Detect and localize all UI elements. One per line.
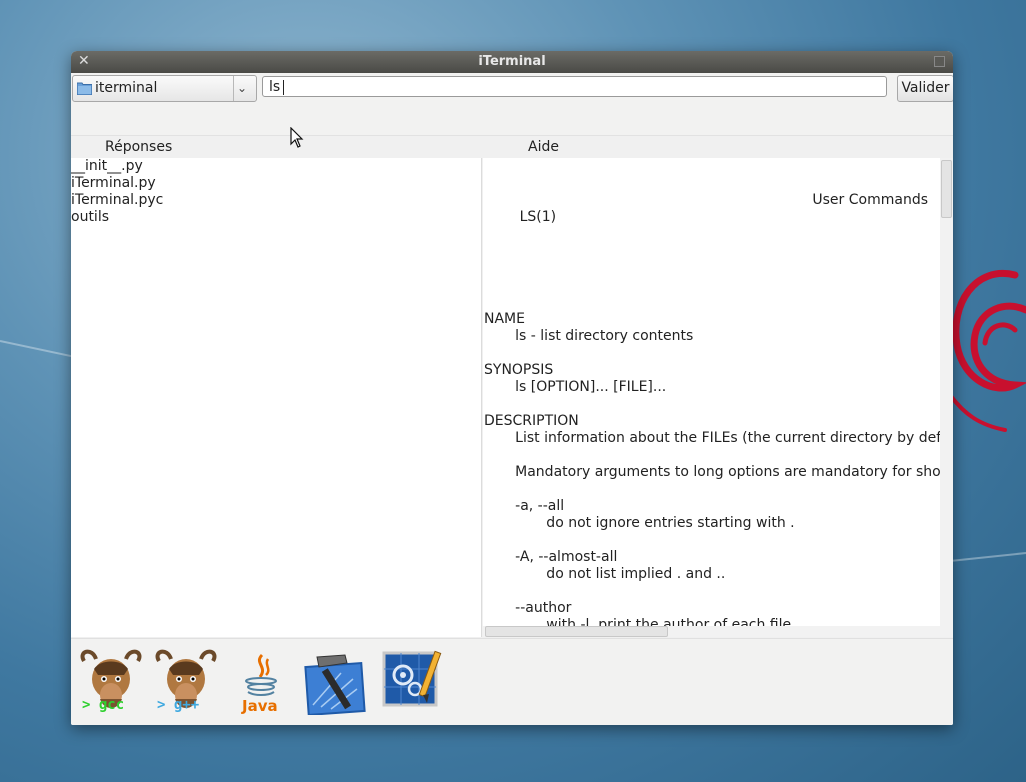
build-tool-launcher-button[interactable] bbox=[301, 649, 367, 716]
gcc-label: > gcc bbox=[82, 697, 124, 713]
java-icon: Java bbox=[241, 653, 278, 715]
scrollbar-corner bbox=[940, 626, 953, 637]
vertical-scrollbar[interactable] bbox=[940, 158, 953, 626]
window-title: iTerminal bbox=[478, 54, 546, 69]
list-item[interactable]: outils bbox=[71, 209, 481, 226]
gear-pencil-icon bbox=[382, 650, 442, 707]
tool-launcher-bar: > gcc > g++ Java bbox=[71, 638, 953, 725]
manpage-title: LS(1) bbox=[519, 209, 557, 225]
command-input-value: ls bbox=[269, 79, 281, 95]
gpp-launcher-button[interactable]: > g++ bbox=[153, 649, 219, 715]
java-launcher-button[interactable]: Java bbox=[228, 649, 294, 715]
list-item[interactable]: __init__.py bbox=[71, 158, 481, 175]
maximize-icon[interactable] bbox=[934, 56, 945, 67]
manpage-text: LS(1) User Commands NAME ls - list direc… bbox=[484, 158, 940, 626]
scrollbar-thumb[interactable] bbox=[485, 626, 668, 637]
gnu-gcc-icon: > gcc bbox=[80, 649, 142, 713]
list-item[interactable]: iTerminal.py bbox=[71, 175, 481, 192]
chevron-down-icon[interactable]: ⌄ bbox=[237, 81, 247, 95]
folder-icon bbox=[77, 82, 92, 95]
list-item[interactable]: iTerminal.pyc bbox=[71, 192, 481, 209]
titlebar: ✕ iTerminal bbox=[71, 51, 953, 73]
help-text-pane[interactable]: LS(1) User Commands NAME ls - list direc… bbox=[483, 158, 940, 626]
horizontal-scrollbar[interactable] bbox=[483, 626, 940, 637]
debian-swirl-logo bbox=[948, 270, 1026, 432]
responses-list: __init__.py iTerminal.py iTerminal.pyc o… bbox=[71, 158, 482, 637]
mouse-pointer-icon bbox=[290, 127, 304, 148]
gnu-gpp-icon: > g++ bbox=[155, 649, 217, 713]
help-header: Aide bbox=[528, 139, 559, 155]
text-caret bbox=[283, 79, 285, 95]
directory-select-value: iterminal bbox=[95, 80, 158, 96]
command-input[interactable]: ls bbox=[262, 76, 887, 97]
manpage-header: LS(1) User Commands bbox=[484, 192, 940, 225]
hammer-blueprint-icon bbox=[304, 654, 366, 716]
settings-launcher-button[interactable] bbox=[381, 649, 447, 715]
scrollbar-thumb[interactable] bbox=[941, 160, 952, 218]
submit-button[interactable]: Valider bbox=[897, 75, 953, 102]
manpage-body: NAME ls - list directory contents SYNOPS… bbox=[484, 311, 940, 626]
desktop-light-streak bbox=[949, 551, 1026, 562]
responses-header: Réponses bbox=[105, 139, 173, 155]
java-label: Java bbox=[241, 697, 278, 715]
divider bbox=[233, 76, 234, 101]
manpage-section: User Commands bbox=[812, 192, 928, 208]
directory-select[interactable]: iterminal ⌄ bbox=[72, 75, 257, 102]
gcc-launcher-button[interactable]: > gcc bbox=[78, 649, 144, 715]
gpp-label: > g++ bbox=[157, 697, 199, 713]
toolbar: iterminal ⌄ ls Valider bbox=[71, 73, 953, 148]
iterminal-window: ✕ iTerminal iterminal ⌄ ls Valider Répon… bbox=[71, 51, 953, 725]
